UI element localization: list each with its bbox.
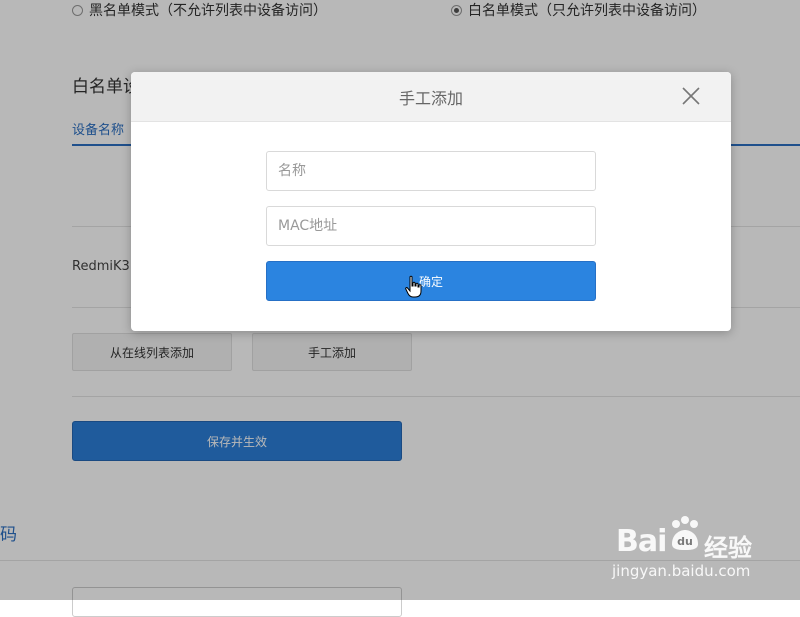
svg-text:du: du xyxy=(677,535,693,548)
device-name-input[interactable] xyxy=(266,151,596,191)
watermark-url: jingyan.baidu.com xyxy=(612,562,751,580)
watermark-brand: Bai xyxy=(616,524,667,559)
dialog-title: 手工添加 xyxy=(398,88,463,108)
close-icon[interactable] xyxy=(681,86,701,106)
dialog-header: 手工添加 xyxy=(131,72,731,122)
confirm-button[interactable]: 确定 xyxy=(266,261,596,301)
watermark-cn: 经验 xyxy=(704,534,752,562)
confirm-button-label: 确定 xyxy=(418,274,443,289)
manual-add-dialog: 手工添加 确定 xyxy=(131,72,731,331)
mac-address-input[interactable] xyxy=(266,206,596,246)
paw-logo-icon: du xyxy=(672,516,698,550)
baidu-jingyan-watermark: Bai du 经验 jingyan.baidu.com xyxy=(612,514,792,584)
